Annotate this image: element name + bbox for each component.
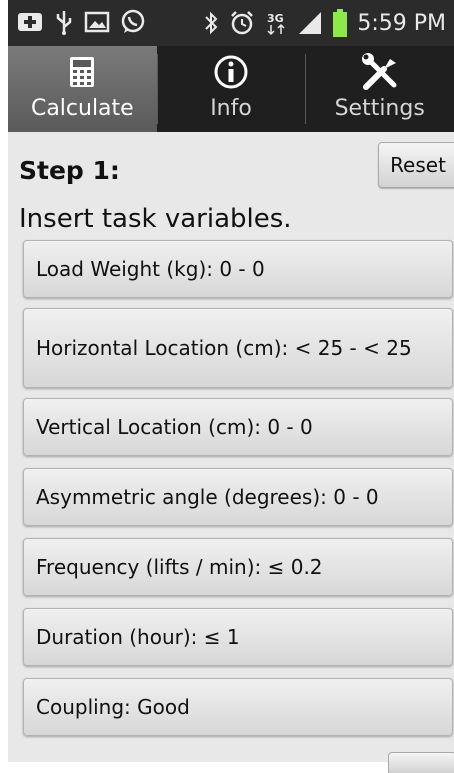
plus-box-icon bbox=[18, 13, 42, 31]
tab-info[interactable]: Info bbox=[156, 46, 306, 132]
param-coupling[interactable]: Coupling: Good bbox=[23, 678, 453, 736]
tab-calculate[interactable]: Calculate bbox=[8, 46, 157, 132]
tab-calculate-label: Calculate bbox=[30, 96, 134, 121]
3g-icon: 3G bbox=[267, 12, 285, 36]
clock: 5:59 PM bbox=[357, 10, 446, 36]
picture-icon bbox=[84, 11, 110, 33]
usb-icon bbox=[56, 11, 72, 35]
tools-icon bbox=[361, 53, 397, 90]
system-icons: 3G 5:59 PM bbox=[203, 9, 446, 37]
next-button-partial[interactable] bbox=[388, 752, 454, 773]
tab-settings[interactable]: Settings bbox=[305, 46, 454, 132]
calculator-icon bbox=[70, 57, 95, 87]
alarm-icon bbox=[231, 11, 254, 35]
left-edge bbox=[0, 0, 8, 762]
reset-button[interactable]: Reset bbox=[378, 142, 454, 188]
main-content: Step 1: Insert task variables. Reset Loa… bbox=[8, 132, 454, 773]
tab-bar: Calculate Info Settings bbox=[8, 46, 454, 132]
signal-icon bbox=[299, 12, 322, 34]
param-asymmetric-angle[interactable]: Asymmetric angle (degrees): 0 - 0 bbox=[23, 468, 453, 526]
bluetooth-icon bbox=[205, 11, 218, 35]
step-title: Step 1: bbox=[19, 156, 120, 185]
param-frequency[interactable]: Frequency (lifts / min): ≤ 0.2 bbox=[23, 538, 453, 596]
info-icon bbox=[214, 55, 248, 89]
param-load-weight[interactable]: Load Weight (kg): 0 - 0 bbox=[23, 240, 453, 298]
whatsapp-icon bbox=[121, 9, 145, 33]
app-frame: 3G 5:59 PM Calculate Info Settings Step … bbox=[8, 0, 454, 773]
param-duration[interactable]: Duration (hour): ≤ 1 bbox=[23, 608, 453, 666]
svg-text:3G: 3G bbox=[267, 12, 284, 25]
battery-icon bbox=[333, 9, 348, 37]
step-description: Insert task variables. bbox=[19, 204, 292, 234]
tab-settings-label: Settings bbox=[334, 96, 425, 121]
param-horizontal-location[interactable]: Horizontal Location (cm): < 25 - < 25 bbox=[23, 308, 453, 388]
notification-icons bbox=[16, 9, 146, 35]
status-bar: 3G 5:59 PM bbox=[8, 0, 454, 46]
tab-info-label: Info bbox=[210, 96, 252, 121]
param-vertical-location[interactable]: Vertical Location (cm): 0 - 0 bbox=[23, 398, 453, 456]
